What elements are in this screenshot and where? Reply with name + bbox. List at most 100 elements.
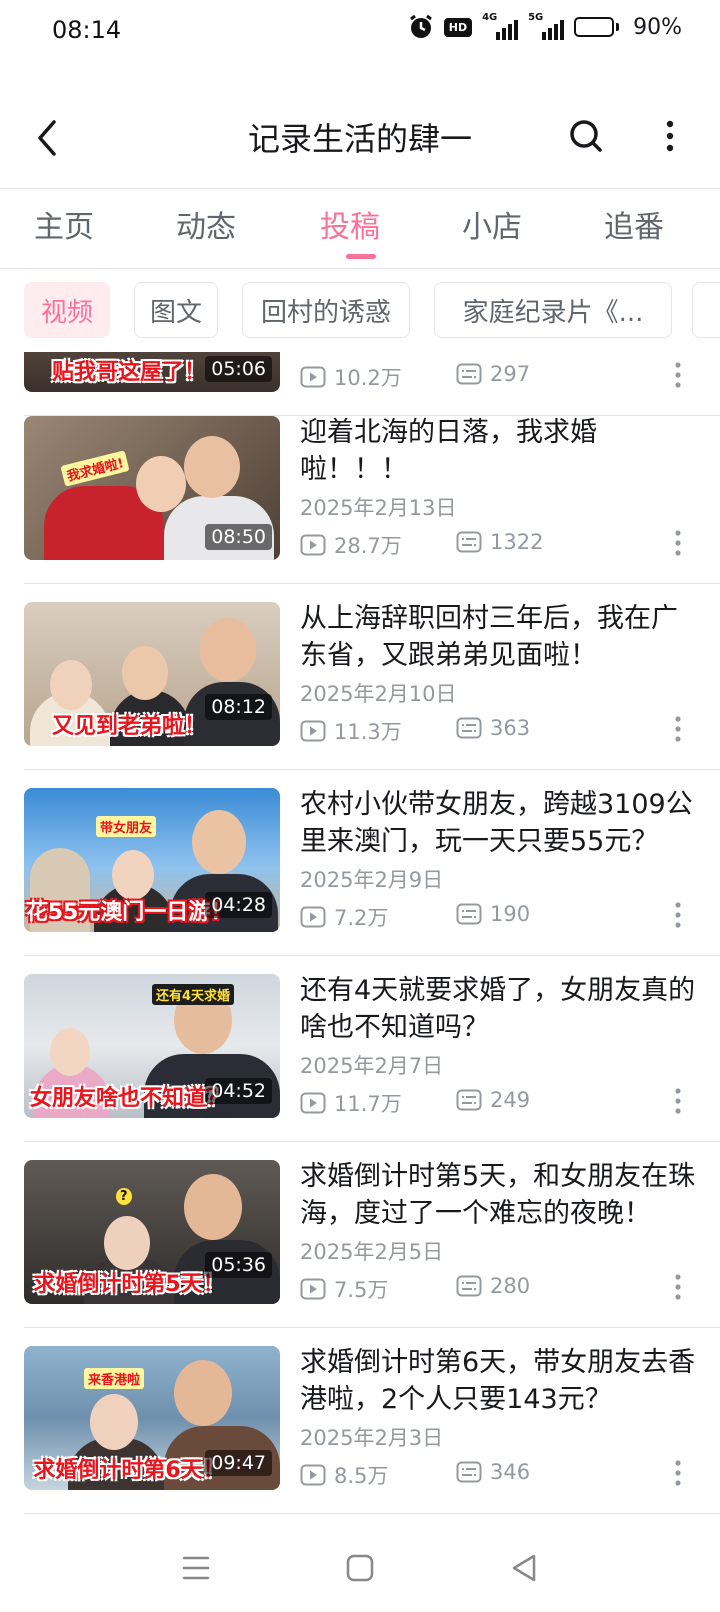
video-duration: 08:12 <box>205 694 272 720</box>
video-title[interactable]: 从上海辞职回村三年后，我在广东省，又跟弟弟见面啦！ <box>300 600 700 674</box>
thumbnail-caption: 又见到老弟啦！ <box>51 714 206 739</box>
video-more-icon[interactable] <box>668 528 688 558</box>
video-thumbnail[interactable]: 我求婚啦! 08:50 <box>24 416 280 560</box>
video-duration: 05:36 <box>205 1252 272 1278</box>
danmaku-icon <box>456 717 482 739</box>
view-count: 10.2万 <box>300 362 402 392</box>
play-count-icon <box>300 720 326 742</box>
thumbnail-tag: 还有4天求婚 <box>152 984 235 1005</box>
thumbnail-caption: 女朋友啥也不知道？ <box>29 1086 228 1111</box>
battery-percentage: 90% <box>633 14 682 40</box>
video-thumbnail[interactable]: 来香港啦 求婚倒计时第6天！ 09:47 <box>24 1346 280 1490</box>
alarm-icon <box>408 14 434 40</box>
video-thumbnail[interactable]: 带女朋友 花55元澳门一日游！ 04:28 <box>24 788 280 932</box>
video-more-icon[interactable] <box>668 1458 688 1488</box>
thumbnail-caption: 贴我哥这屋了！ <box>51 360 206 385</box>
chip-collection-village[interactable]: 回村的诱惑 <box>242 282 410 338</box>
page-title: 记录生活的肆一 <box>247 120 472 158</box>
view-count: 11.7万 <box>300 1088 402 1118</box>
comment-count: 280 <box>456 1274 530 1298</box>
view-count: 28.7万 <box>300 530 402 560</box>
question-mark-icon: ? <box>116 1188 132 1205</box>
video-more-icon[interactable] <box>668 360 688 390</box>
system-nav-bar <box>0 1520 720 1612</box>
danmaku-icon <box>456 903 482 925</box>
play-count-icon <box>300 1092 326 1114</box>
tab-shop[interactable]: 小店 <box>462 202 522 246</box>
thumbnail-tag: 带女朋友 <box>96 816 157 837</box>
video-date: 2025年2月7日 <box>300 1054 444 1078</box>
video-date: 2025年2月5日 <box>300 1240 444 1264</box>
video-more-icon[interactable] <box>668 900 688 930</box>
content-filter-chips: 视频 图文 回村的诱惑 家庭纪录片《... <box>0 282 720 340</box>
view-count: 7.5万 <box>300 1274 388 1304</box>
header-divider <box>0 188 720 189</box>
video-thumbnail[interactable]: ? 求婚倒计时第5天！ 05:36 <box>24 1160 280 1304</box>
video-date: 2025年2月9日 <box>300 868 444 892</box>
thumbnail-caption: 求婚倒计时第6天！ <box>33 1458 225 1483</box>
video-more-icon[interactable] <box>668 1272 688 1302</box>
video-date: 2025年2月13日 <box>300 496 457 520</box>
video-item[interactable]: 来香港啦 求婚倒计时第6天！ 09:47 求婚倒计时第6天，带女朋友去香港啦，2… <box>0 1328 720 1514</box>
video-list: 贴我哥这屋了！ 05:06 10.2万 297 我求婚啦! 08:50 迎着北海… <box>0 352 720 1520</box>
tab-bangumi[interactable]: 追番 <box>604 202 664 246</box>
tab-dynamics[interactable]: 动态 <box>176 202 236 246</box>
tabs-divider <box>0 268 720 269</box>
video-item[interactable]: 我求婚啦! 08:50 迎着北海的日落，我求婚啦！！！ 2025年2月13日 2… <box>0 398 720 584</box>
danmaku-icon <box>456 531 482 553</box>
menu-icon[interactable] <box>176 1548 216 1588</box>
play-count-icon <box>300 906 326 928</box>
video-thumbnail[interactable]: 又见到老弟啦！ 08:12 <box>24 602 280 746</box>
video-duration: 08:50 <box>205 524 272 550</box>
video-title[interactable]: 迎着北海的日落，我求婚啦！！！ <box>300 414 700 488</box>
chip-video[interactable]: 视频 <box>24 282 110 338</box>
profile-tabs: 主页 动态 投稿 小店 追番 <box>0 190 720 270</box>
chip-collection-family[interactable]: 家庭纪录片《... <box>434 282 672 338</box>
danmaku-icon <box>456 363 482 385</box>
danmaku-icon <box>456 1089 482 1111</box>
comment-count: 297 <box>456 362 530 386</box>
hd-icon: HD <box>443 17 473 37</box>
thumbnail-tag: 来香港啦 <box>84 1368 145 1389</box>
thumbnail-caption: 花55元澳门一日游！ <box>25 900 233 925</box>
video-item[interactable]: 带女朋友 花55元澳门一日游！ 04:28 农村小伙带女朋友，跨越3109公里来… <box>0 770 720 956</box>
chip-more[interactable] <box>692 282 720 338</box>
video-title[interactable]: 求婚倒计时第6天，带女朋友去香港啦，2个人只要143元？ <box>300 1344 700 1418</box>
view-count: 7.2万 <box>300 902 388 932</box>
video-more-icon[interactable] <box>668 1086 688 1116</box>
tab-active-indicator <box>346 254 376 259</box>
video-item[interactable]: 又见到老弟啦！ 08:12 从上海辞职回村三年后，我在广东省，又跟弟弟见面啦！ … <box>0 584 720 770</box>
play-count-icon <box>300 534 326 556</box>
danmaku-icon <box>456 1461 482 1483</box>
play-count-icon <box>300 1464 326 1486</box>
video-item[interactable]: ? 求婚倒计时第5天！ 05:36 求婚倒计时第5天，和女朋友在珠海，度过了一个… <box>0 1142 720 1328</box>
video-item[interactable]: 还有4天求婚 女朋友啥也不知道？ 04:52 还有4天就要求婚了，女朋友真的啥也… <box>0 956 720 1142</box>
view-count: 11.3万 <box>300 716 402 746</box>
danmaku-icon <box>456 1275 482 1297</box>
video-title[interactable]: 农村小伙带女朋友，跨越3109公里来澳门，玩一天只要55元？ <box>300 786 700 860</box>
view-count: 8.5万 <box>300 1460 388 1490</box>
search-icon[interactable] <box>566 116 606 156</box>
video-thumbnail[interactable]: 贴我哥这屋了！ 05:06 <box>24 352 280 392</box>
tab-home[interactable]: 主页 <box>34 202 94 246</box>
video-title[interactable]: 还有4天就要求婚了，女朋友真的啥也不知道吗？ <box>300 972 700 1046</box>
comment-count: 1322 <box>456 530 543 554</box>
signal-4g-icon: 4G <box>482 12 519 40</box>
chip-articles[interactable]: 图文 <box>134 282 218 338</box>
battery-icon <box>574 17 620 37</box>
more-options-icon[interactable] <box>652 116 688 156</box>
video-thumbnail[interactable]: 还有4天求婚 女朋友啥也不知道？ 04:52 <box>24 974 280 1118</box>
signal-5g-icon: 5G <box>528 12 565 40</box>
video-more-icon[interactable] <box>668 714 688 744</box>
video-date: 2025年2月3日 <box>300 1426 444 1450</box>
thumbnail-caption: 求婚倒计时第5天！ <box>33 1272 225 1297</box>
back-nav-icon[interactable] <box>504 1548 544 1588</box>
status-icons: HD 4G 5G 90% <box>408 12 682 40</box>
tab-uploads[interactable]: 投稿 <box>320 202 380 246</box>
video-title[interactable]: 求婚倒计时第5天，和女朋友在珠海，度过了一个难忘的夜晚！ <box>300 1158 700 1232</box>
home-icon[interactable] <box>340 1548 380 1588</box>
comment-count: 363 <box>456 716 530 740</box>
comment-count: 346 <box>456 1460 530 1484</box>
comment-count: 249 <box>456 1088 530 1112</box>
video-duration: 04:28 <box>205 892 272 918</box>
